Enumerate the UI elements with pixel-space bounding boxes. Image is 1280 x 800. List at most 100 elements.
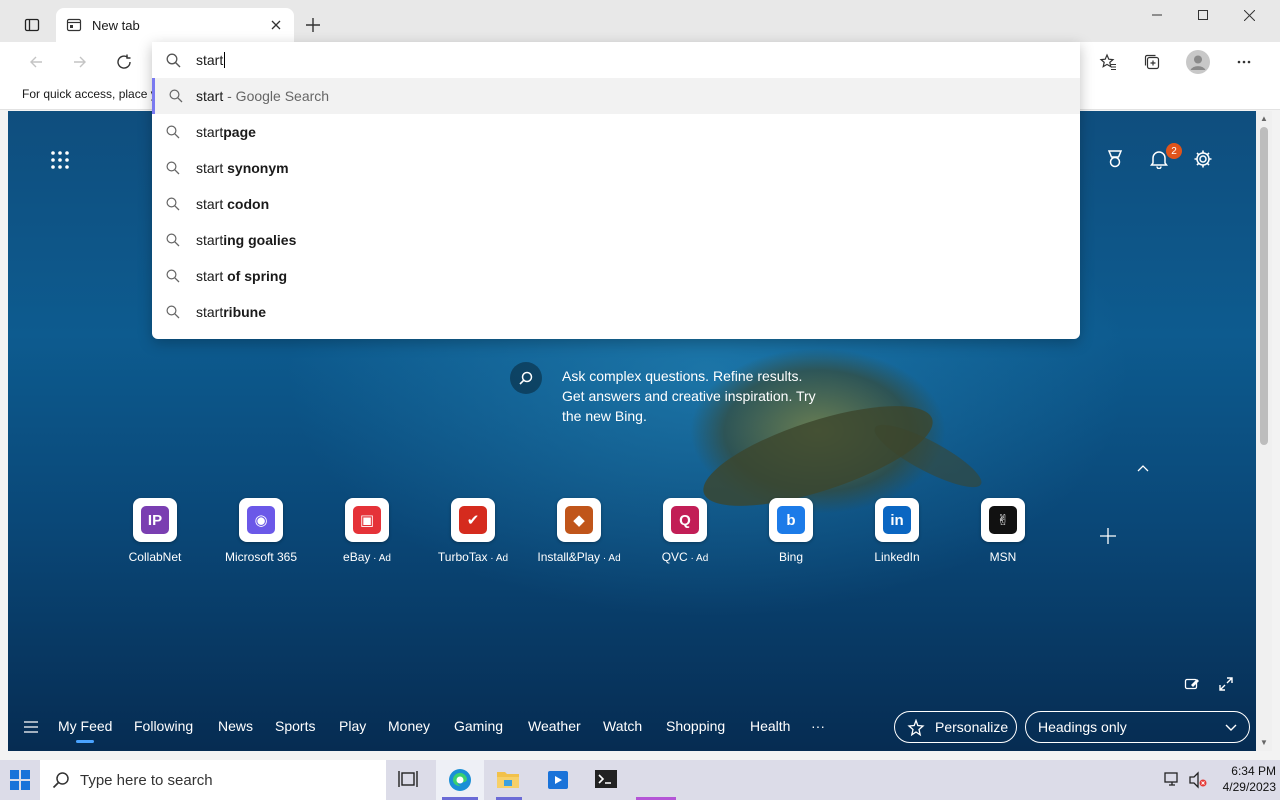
expand-icon: [1219, 677, 1233, 691]
quick-link-name: MSN: [989, 550, 1017, 564]
task-view-button[interactable]: [398, 770, 420, 790]
quick-link-collabnet[interactable]: IP CollabNet: [109, 498, 201, 564]
feed-tab-gaming[interactable]: Gaming: [454, 718, 503, 734]
edge-browser-icon: [449, 769, 471, 791]
quick-link-msn[interactable]: ✌ MSN: [957, 498, 1049, 564]
suggestion-completion: codon: [227, 196, 270, 212]
layout-select-dropdown[interactable]: Headings only: [1025, 711, 1250, 743]
quick-link-qvc[interactable]: Q QVC · Ad: [639, 498, 731, 564]
feed-more-button[interactable]: ···: [811, 718, 825, 734]
feed-tab-watch[interactable]: Watch: [603, 718, 642, 734]
network-tray-button[interactable]: [1164, 771, 1184, 789]
quick-link-turbotax[interactable]: ✔ TurboTax · Ad: [427, 498, 519, 564]
search-suggestion[interactable]: start ing goalies: [152, 222, 1080, 258]
scroll-up-icon[interactable]: ▲: [1260, 115, 1268, 123]
media-player-icon: [548, 771, 568, 789]
search-suggestion[interactable]: start of spring: [152, 258, 1080, 294]
quick-link-bing[interactable]: b Bing: [745, 498, 837, 564]
new-tab-button[interactable]: [300, 12, 326, 38]
taskbar-media-app-button[interactable]: [546, 768, 570, 792]
page-settings-button[interactable]: [1191, 147, 1215, 171]
clock-time: 6:34 PM: [1231, 764, 1276, 778]
plus-icon: [306, 18, 320, 32]
edit-background-button[interactable]: [1182, 674, 1202, 694]
feed-tab-shopping[interactable]: Shopping: [666, 718, 725, 734]
collapse-up-button[interactable]: [1133, 460, 1153, 476]
quick-link-name: eBay: [343, 550, 371, 564]
collections-button[interactable]: [1138, 48, 1166, 76]
close-window-button[interactable]: [1226, 0, 1272, 30]
apps-launcher-button[interactable]: [48, 148, 72, 172]
close-tab-button[interactable]: [268, 17, 284, 33]
search-suggestion[interactable]: start ribune: [152, 294, 1080, 330]
quick-link-ebay[interactable]: ▣ eBay · Ad: [321, 498, 413, 564]
suggestion-prefix: start: [196, 88, 224, 104]
scroll-down-icon[interactable]: ▼: [1260, 739, 1268, 747]
feed-tab-weather[interactable]: Weather: [528, 718, 581, 734]
minimize-button[interactable]: [1134, 0, 1180, 30]
address-bar-input[interactable]: start: [152, 42, 1080, 78]
windows-start-button[interactable]: [10, 770, 30, 790]
profile-button[interactable]: [1184, 48, 1212, 76]
quick-link-install-play[interactable]: ◆ Install&Play · Ad: [533, 498, 625, 564]
tab-actions-button[interactable]: [14, 12, 50, 38]
suggestion-completion: synonym: [227, 160, 289, 176]
taskbar-search-box[interactable]: Type here to search: [40, 760, 386, 800]
maximize-button[interactable]: [1180, 0, 1226, 30]
bing-prompt-text: Ask complex questions. Refine results. G…: [562, 368, 816, 424]
quick-link-label: Install&Play · Ad: [533, 550, 625, 564]
quick-link-label: Microsoft 365: [215, 550, 307, 564]
feed-tab-money[interactable]: Money: [388, 718, 430, 734]
personalize-button[interactable]: Personalize: [894, 711, 1017, 743]
forward-button[interactable]: [66, 48, 94, 76]
linkedin-icon-glyph: in: [883, 506, 911, 534]
search-suggestion[interactable]: start page: [152, 114, 1080, 150]
search-suggestion[interactable]: start codon: [152, 186, 1080, 222]
quick-link-microsoft-365[interactable]: ◉ Microsoft 365: [215, 498, 307, 564]
search-suggestion[interactable]: start - Google Search: [152, 78, 1080, 114]
qvc-icon-glyph: Q: [671, 506, 699, 534]
feed-tab-sports[interactable]: Sports: [275, 718, 315, 734]
search-icon: [166, 197, 180, 211]
profile-avatar-icon: [1186, 50, 1210, 74]
quick-link-label: TurboTax · Ad: [427, 550, 519, 564]
back-button[interactable]: [22, 48, 50, 76]
feed-tab-following[interactable]: Following: [134, 718, 193, 734]
windows-logo-icon: [10, 770, 30, 790]
expand-fullscreen-button[interactable]: [1216, 674, 1236, 694]
feed-tab-play[interactable]: Play: [339, 718, 366, 734]
feed-tab-news[interactable]: News: [218, 718, 253, 734]
tab-new-tab[interactable]: New tab: [56, 8, 294, 42]
feed-navigation: My Feed Following News Sports Play Money Gamin…: [8, 708, 1256, 748]
scrollbar-thumb[interactable]: [1260, 127, 1268, 445]
taskbar-terminal-button[interactable]: [594, 768, 620, 792]
settings-more-button[interactable]: [1230, 48, 1258, 76]
taskbar-edge-button[interactable]: [436, 760, 484, 800]
feed-menu-button[interactable]: [22, 718, 40, 736]
search-suggestion[interactable]: start synonym: [152, 150, 1080, 186]
app-grid-icon: [51, 151, 69, 169]
taskbar-file-explorer-button[interactable]: [496, 768, 522, 800]
rewards-button[interactable]: [1103, 147, 1127, 171]
feed-tab-my-feed[interactable]: My Feed: [58, 718, 112, 743]
tab-title: New tab: [92, 17, 140, 33]
suggestion-completion: page: [223, 124, 256, 140]
search-icon: [166, 161, 180, 175]
suggestion-prefix: start: [196, 232, 224, 248]
refresh-icon: [117, 54, 131, 69]
feed-tab-health[interactable]: Health: [750, 718, 790, 734]
back-arrow-icon: [30, 56, 42, 68]
gear-icon: [1194, 150, 1212, 168]
add-quick-link-button[interactable]: [1096, 524, 1120, 548]
system-clock[interactable]: 6:34 PM 4/29/2023: [1200, 763, 1276, 795]
address-bar-dropdown: start start - Google Search start page star…: [152, 42, 1080, 339]
quick-link-linkedin[interactable]: in LinkedIn: [851, 498, 943, 564]
page-scrollbar[interactable]: ▲ ▼: [1256, 111, 1272, 751]
refresh-button[interactable]: [110, 48, 138, 76]
search-icon: [166, 269, 180, 283]
favorites-button[interactable]: [1094, 48, 1122, 76]
quick-link-label: QVC · Ad: [639, 550, 731, 564]
suggestion-prefix: start: [196, 124, 224, 140]
quick-link-label: eBay · Ad: [321, 550, 413, 564]
collabnet-icon: IP: [133, 498, 177, 542]
